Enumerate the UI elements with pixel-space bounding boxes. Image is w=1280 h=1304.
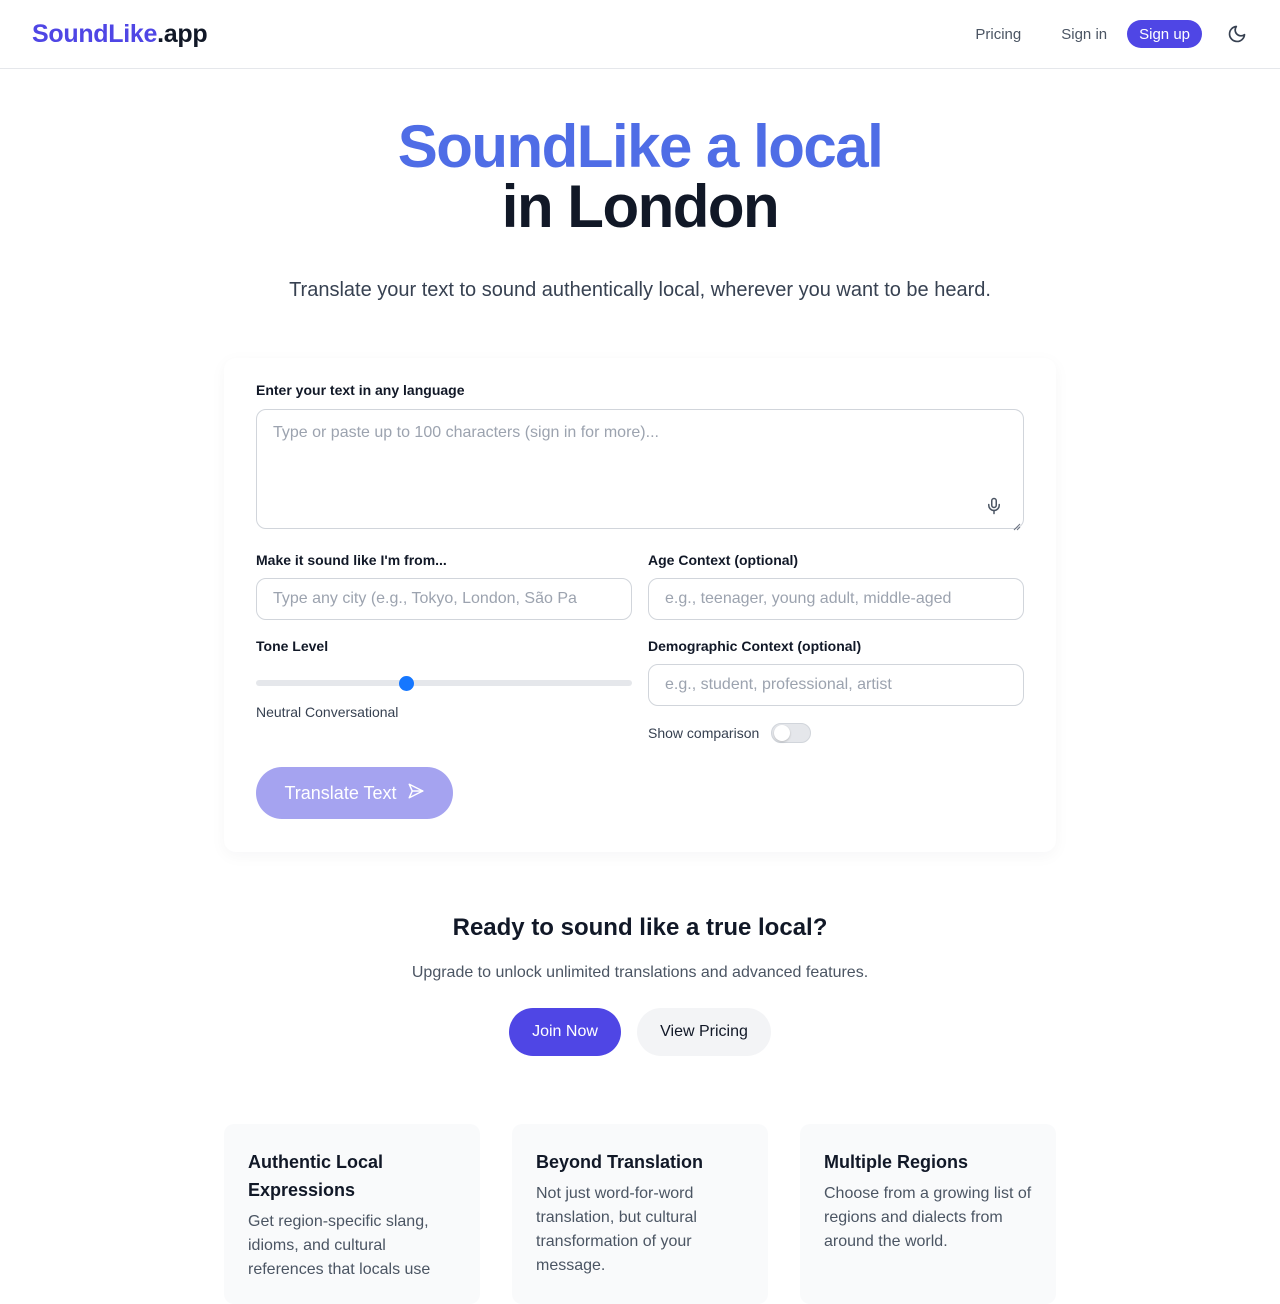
feature-description: Choose from a growing list of regions an… [824,1185,1032,1250]
signup-button[interactable]: Sign up [1127,20,1202,48]
tone-label: Tone Level [256,638,329,654]
resize-handle-icon[interactable] [1013,518,1021,531]
features-grid: Authentic Local Expressions Get region-s… [224,1124,1056,1304]
age-label: Age Context (optional) [648,552,799,568]
feature-description: Get region-specific slang, idioms, and c… [248,1213,431,1278]
top-nav: SoundLike.app Pricing Sign in Sign up [0,0,1280,69]
translate-form-card: Enter your text in any language Make it … [224,358,1056,852]
logo-brand: SoundLike [32,19,158,48]
cta-subtitle: Upgrade to unlock unlimited translations… [411,964,869,981]
age-input[interactable] [648,578,1024,620]
hero-title: SoundLike a local in London [0,117,1280,237]
tone-slider-thumb[interactable] [399,676,415,691]
hero-title-line2: in London [501,173,780,240]
comparison-toggle[interactable] [771,723,812,743]
microphone-icon[interactable] [985,496,1003,516]
demographic-label: Demographic Context (optional) [648,638,862,654]
nav-pricing-link[interactable]: Pricing [975,26,1021,43]
feature-title: Beyond Translation [536,1152,704,1172]
feature-description: Not just word-for-word translation, but … [536,1185,697,1274]
demographic-input[interactable] [648,664,1024,706]
comparison-row: Show comparison [648,723,812,743]
tone-field: Tone Level Neutral Conversational [256,638,632,720]
upgrade-cta: Ready to sound like a true local? Upgrad… [0,914,1280,1056]
text-input-label: Enter your text in any language [256,382,465,398]
text-input[interactable] [257,410,1023,528]
nav-signin-link[interactable]: Sign in [1061,26,1107,43]
city-label: Make it sound like I'm from... [256,552,447,568]
logo[interactable]: SoundLike.app [32,19,208,49]
view-pricing-button[interactable]: View Pricing [637,1008,771,1056]
feature-card: Authentic Local Expressions Get region-s… [224,1124,480,1304]
tone-slider-track[interactable] [256,680,632,686]
demographic-field: Demographic Context (optional) [648,638,1024,706]
tone-value: Neutral Conversational [256,704,399,720]
tone-slider[interactable] [256,676,632,691]
hero-subtitle: Translate your text to sound authentical… [289,279,991,301]
feature-title: Authentic Local Expressions [248,1152,384,1200]
feature-card: Multiple Regions Choose from a growing l… [800,1124,1056,1304]
translate-button-label: Translate Text [284,782,397,803]
city-field: Make it sound like I'm from... [256,552,632,620]
feature-title: Multiple Regions [824,1152,968,1172]
comparison-label: Show comparison [648,725,760,741]
translate-button[interactable]: Translate Text [256,767,453,819]
comparison-toggle-knob [774,725,791,741]
hero-title-line1: SoundLike a local [397,113,884,180]
moon-icon[interactable] [1226,23,1248,45]
send-icon [407,782,425,805]
cta-title: Ready to sound like a true local? [452,914,828,941]
cta-buttons: Join Now View Pricing [0,1008,1280,1056]
feature-card: Beyond Translation Not just word-for-wor… [512,1124,768,1304]
age-field: Age Context (optional) [648,552,1024,620]
join-now-button[interactable]: Join Now [509,1008,621,1056]
hero: SoundLike a local in London Translate yo… [0,117,1280,302]
city-input[interactable] [256,578,632,620]
logo-tld: .app [157,19,208,48]
nav-links: Pricing Sign in Sign up [935,20,1248,48]
text-input-wrapper [256,409,1024,531]
